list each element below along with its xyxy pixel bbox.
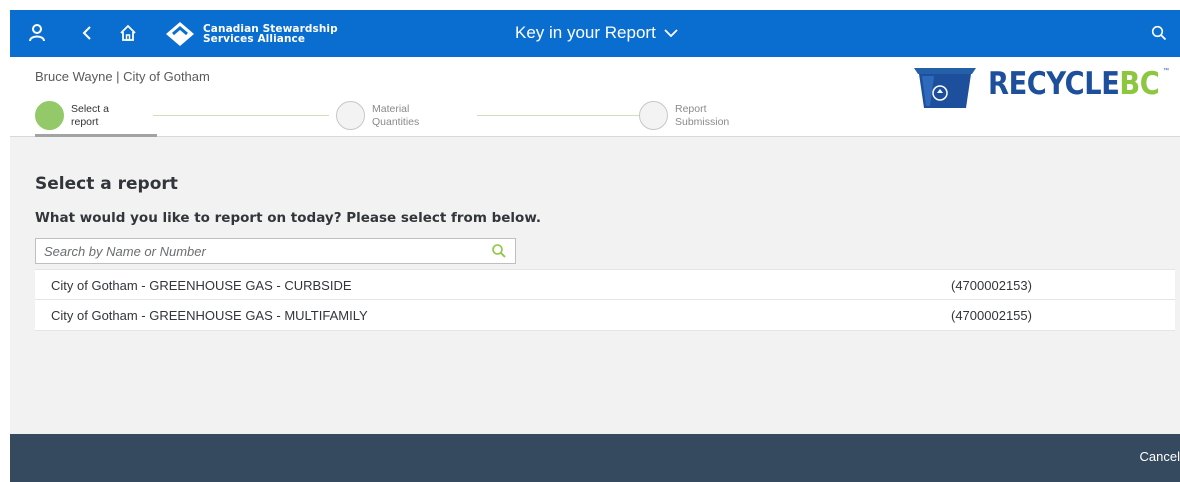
report-name: City of Gotham - GREENHOUSE GAS - CURBSI… — [51, 278, 352, 293]
step-indicator — [336, 101, 365, 130]
step-label: Report Submission — [675, 102, 730, 128]
cancel-button[interactable]: Cancel — [1140, 449, 1180, 464]
report-number: (4700002153) — [951, 278, 1032, 293]
step-connector — [477, 115, 639, 116]
brand-bc: BC — [1119, 66, 1160, 102]
report-name: City of Gotham - GREENHOUSE GAS - MULTIF… — [51, 308, 368, 323]
back-icon[interactable] — [72, 18, 102, 48]
step-label: Select a report — [71, 102, 109, 128]
main-content: Select a report What would you like to r… — [10, 137, 1180, 434]
step-label: Material Quantities — [372, 102, 420, 128]
recycling-bin-icon — [914, 68, 976, 108]
recyclebc-logo: RECYCLEBC ™ — [910, 62, 1172, 112]
csa-logo[interactable]: Canadian Stewardship Services Alliance — [165, 21, 338, 47]
user-icon[interactable] — [22, 18, 52, 48]
chevron-down-icon — [664, 29, 678, 38]
report-list: City of Gotham - GREENHOUSE GAS - CURBSI… — [35, 269, 1175, 331]
footer-bar: Cancel — [10, 434, 1180, 482]
search-icon[interactable] — [1144, 18, 1174, 48]
app-title: Key in your Report — [515, 23, 656, 42]
csa-logo-text: Canadian Stewardship Services Alliance — [203, 24, 338, 45]
list-item[interactable]: City of Gotham - GREENHOUSE GAS - CURBSI… — [35, 269, 1175, 300]
brand-trademark: ™ — [1163, 68, 1169, 74]
report-number: (4700002155) — [951, 308, 1032, 323]
app-title-menu[interactable]: Key in your Report — [515, 23, 678, 43]
shell-bar: Canadian Stewardship Services Alliance K… — [10, 10, 1180, 57]
wizard-step-select-report[interactable]: Select a report — [35, 101, 131, 130]
wizard-step-report-submission[interactable]: Report Submission — [639, 101, 745, 130]
brand-recycle: RECYCLE — [988, 66, 1120, 102]
app-window: Canadian Stewardship Services Alliance K… — [10, 10, 1180, 482]
list-item[interactable]: City of Gotham - GREENHOUSE GAS - MULTIF… — [35, 300, 1175, 331]
search-input[interactable] — [36, 239, 476, 263]
search-icon[interactable] — [491, 243, 507, 259]
step-indicator — [35, 101, 64, 130]
home-icon[interactable] — [113, 18, 143, 48]
logo-line-2: Services Alliance — [203, 33, 306, 45]
brand-wordmark: RECYCLEBC — [988, 66, 1160, 102]
wizard-step-material-quantities[interactable]: Material Quantities — [336, 101, 432, 130]
user-context: Bruce Wayne | City of Gotham — [35, 69, 210, 84]
csa-logo-mark — [166, 22, 194, 46]
page-title: Select a report — [35, 174, 178, 194]
step-indicator — [639, 101, 668, 130]
step-connector — [153, 115, 329, 116]
search-field — [35, 238, 516, 264]
page-header: Bruce Wayne | City of Gotham RECYCLEBC ™… — [10, 57, 1180, 137]
instruction-text: What would you like to report on today? … — [35, 210, 542, 226]
